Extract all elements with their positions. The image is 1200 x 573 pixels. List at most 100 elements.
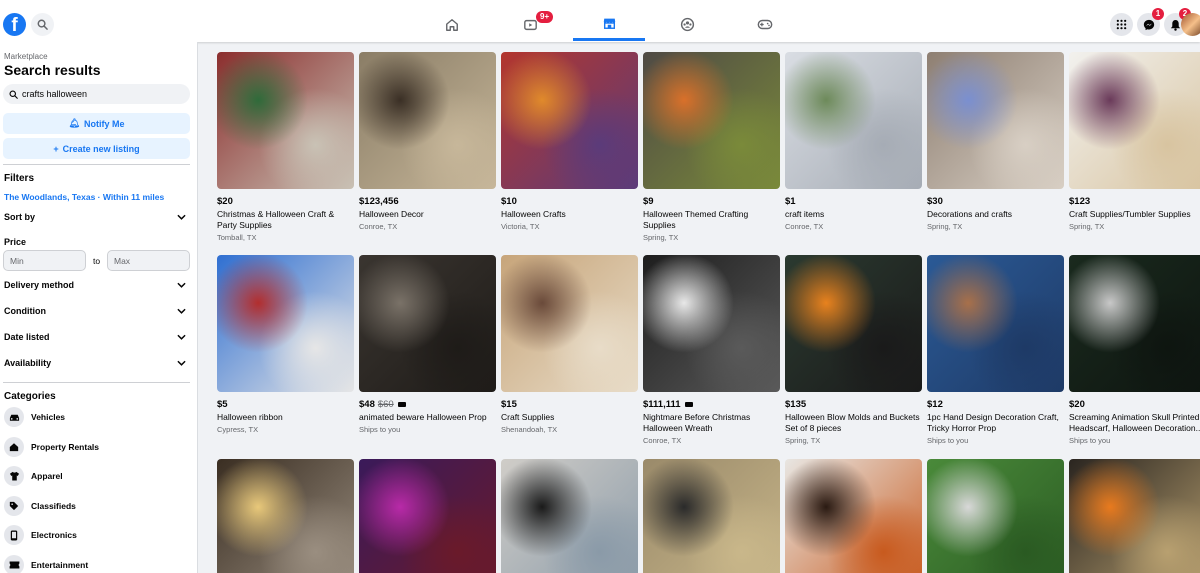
listing-card[interactable]: $123 Craft Supplies/Tumbler Supplies Sprin… [1069, 52, 1200, 231]
listing-card[interactable]: $15 Craft Supplies Shenandoah, TX [501, 255, 638, 434]
listing-photo[interactable] [1069, 255, 1200, 392]
listing-photo[interactable] [927, 459, 1064, 573]
listing-card[interactable]: $30 Decorations and crafts Spring, TX [927, 52, 1064, 231]
listing-photo[interactable] [1069, 459, 1200, 573]
listing-card[interactable]: $123,456 Halloween Decor Conroe, TX [359, 52, 496, 231]
condition-dropdown[interactable]: Condition [4, 306, 186, 316]
listing-card[interactable]: $1 craft items Conroe, TX [785, 52, 922, 231]
listing-card[interactable] [643, 459, 780, 573]
price-value: $30 [927, 196, 943, 207]
listing-card[interactable]: $20 Screaming Animation Skull Printed Hea… [1069, 255, 1200, 445]
listing-location: Spring, TX [927, 222, 963, 231]
listing-card[interactable]: $135 Halloween Blow Molds and Buckets Set… [785, 255, 922, 445]
listing-photo[interactable] [359, 255, 496, 392]
category-label: Classifieds [31, 501, 76, 511]
category-vehicles[interactable]: Vehicles [4, 406, 65, 428]
listing-photo[interactable] [643, 52, 780, 189]
listing-photo[interactable] [643, 255, 780, 392]
search-button[interactable] [31, 13, 54, 36]
price-min-input[interactable]: Min [3, 250, 86, 271]
listing-photo[interactable] [1069, 52, 1200, 189]
category-electronics[interactable]: Electronics [4, 524, 77, 546]
price-value: $15 [501, 399, 517, 410]
category-apparel[interactable]: Apparel [4, 465, 63, 487]
listing-price: $123 [1069, 196, 1200, 207]
listing-location: Tomball, TX [217, 233, 257, 242]
price-value: $1 [785, 196, 796, 207]
video-icon [523, 19, 537, 30]
listing-location: Shenandoah, TX [501, 425, 558, 434]
date-listed-dropdown[interactable]: Date listed [4, 332, 186, 342]
tab-video[interactable]: 9+ [494, 8, 566, 41]
category-label: Vehicles [31, 412, 66, 422]
listing-card[interactable] [359, 459, 496, 573]
listing-photo[interactable] [785, 255, 922, 392]
listing-photo[interactable] [785, 459, 922, 573]
price-value: $10 [501, 196, 517, 207]
search-icon [37, 19, 48, 30]
listing-card[interactable]: $12 1pc Hand Design Decoration Craft, Tri… [927, 255, 1064, 445]
listing-title: Screaming Animation Skull Printed Headsc… [1069, 412, 1200, 433]
listing-photo[interactable] [217, 52, 354, 189]
breadcrumb[interactable]: Marketplace [4, 52, 48, 61]
messenger-button[interactable]: 1 [1137, 8, 1164, 36]
price-value: $135 [785, 399, 807, 410]
category-label: Electronics [31, 530, 77, 540]
listing-card[interactable]: $111,111 Nightmare Before Christmas Hallo… [643, 255, 780, 445]
listing-photo[interactable] [501, 255, 638, 392]
listing-photo[interactable] [927, 255, 1064, 392]
delivery-method-dropdown[interactable]: Delivery method [4, 280, 186, 290]
category-classifieds[interactable]: Classifieds [4, 495, 76, 517]
category-property-rentals[interactable]: Property Rentals [4, 436, 99, 458]
listing-photo[interactable] [359, 52, 496, 189]
listing-price: $12 [927, 399, 1064, 410]
facebook-logo[interactable]: f [3, 13, 26, 36]
listing-price: $111,111 [643, 399, 780, 410]
bell-icon [1170, 19, 1181, 31]
menu-button[interactable] [1110, 13, 1133, 36]
search-input[interactable]: crafts halloween [3, 84, 190, 104]
listing-title: Christmas & Halloween Craft & Party Supp… [217, 209, 335, 230]
listing-title: 1pc Hand Design Decoration Craft, Tricky… [927, 412, 1059, 433]
sort-by-label: Sort by [4, 212, 36, 222]
listing-photo[interactable] [359, 459, 496, 573]
listing-card[interactable]: $20 Christmas & Halloween Craft & Party S… [217, 52, 354, 242]
category-entertainment[interactable]: Entertainment [4, 554, 88, 573]
listing-card[interactable]: $9 Halloween Themed Crafting Supplies Spri… [643, 52, 780, 242]
listing-location: Conroe, TX [359, 222, 398, 231]
listing-price: $5 [217, 399, 354, 410]
listing-card[interactable] [217, 459, 354, 573]
tab-gaming[interactable] [729, 8, 801, 41]
listing-photo[interactable] [217, 255, 354, 392]
listing-card[interactable] [927, 459, 1064, 573]
listing-photo[interactable] [501, 459, 638, 573]
price-value: $9 [643, 196, 654, 207]
marketplace-icon [603, 18, 615, 29]
price-value: $123,456 [359, 196, 399, 207]
filters-heading: Filters [4, 173, 35, 184]
listing-card[interactable] [501, 459, 638, 573]
listing-photo[interactable] [217, 459, 354, 573]
listing-card[interactable] [785, 459, 922, 573]
notify-me-button[interactable]: 🔔︎ Notify Me [3, 113, 190, 134]
listing-photo[interactable] [501, 52, 638, 189]
listing-card[interactable]: $48 $60 animated beware Halloween Prop Ship… [359, 255, 496, 434]
listing-photo[interactable] [785, 52, 922, 189]
listing-card[interactable]: $5 Halloween ribbon Cypress, TX [217, 255, 354, 434]
sort-by-dropdown[interactable]: Sort by [4, 212, 186, 222]
availability-dropdown[interactable]: Availability [4, 358, 186, 368]
tab-home[interactable] [416, 8, 488, 41]
listing-photo[interactable] [643, 459, 780, 573]
profile-avatar[interactable] [1181, 13, 1200, 36]
location-filter[interactable]: The Woodlands, Texas · Within 11 miles [4, 192, 164, 202]
create-listing-button[interactable]: + Create new listing [3, 138, 190, 159]
tab-marketplace[interactable] [573, 8, 645, 41]
listing-card[interactable]: $10 Halloween Crafts Victoria, TX [501, 52, 638, 231]
price-max-input[interactable]: Max [107, 250, 190, 271]
category-label: Entertainment [31, 560, 89, 570]
listing-photo[interactable] [927, 52, 1064, 189]
price-value: $48 [359, 399, 375, 410]
listing-card[interactable] [1069, 459, 1200, 573]
listing-location: Conroe, TX [643, 436, 682, 445]
tab-groups[interactable] [651, 8, 723, 41]
